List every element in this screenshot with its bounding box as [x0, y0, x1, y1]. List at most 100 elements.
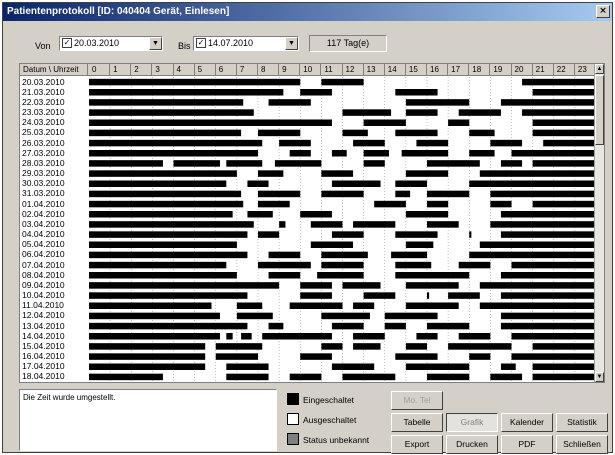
to-date-picker[interactable]: ✓ 14.07.2010 ▼	[193, 36, 299, 51]
on-interval-bar	[317, 271, 364, 279]
on-interval-bar	[532, 88, 596, 96]
hour-header: 22	[554, 64, 575, 76]
on-interval-bar	[89, 78, 301, 86]
pdf-button[interactable]: PDF	[501, 435, 553, 454]
message-box: Die Zeit wurde umgestellt.	[19, 389, 277, 451]
on-interval-bar	[448, 119, 470, 127]
from-date-checkbox[interactable]: ✓	[62, 38, 72, 48]
on-interval-bar	[427, 221, 459, 228]
date-label: 16.04.2010	[22, 351, 65, 361]
on-interval-bar	[532, 373, 596, 381]
on-interval-bar	[258, 190, 301, 198]
hour-header: 5	[195, 64, 216, 76]
on-interval-bar	[469, 149, 495, 157]
on-interval-bar	[500, 210, 596, 218]
hour-header: 14	[385, 64, 406, 76]
on-interval-bar	[479, 170, 596, 177]
on-interval-bar	[89, 170, 237, 177]
hour-header: 3	[152, 64, 174, 76]
hour-header: 0	[89, 64, 111, 76]
on-interval-bar	[89, 149, 258, 157]
on-interval-bar	[427, 160, 480, 167]
on-interval-bar	[331, 231, 364, 238]
on-interval-bar	[89, 210, 233, 218]
on-interval-bar	[89, 119, 332, 127]
on-interval-bar	[300, 292, 332, 299]
legend-swatch-on	[287, 393, 299, 405]
chevron-down-icon[interactable]: ▼	[149, 37, 162, 50]
schliessen-button[interactable]: Schließen	[556, 435, 608, 454]
on-interval-bar	[427, 190, 470, 198]
on-interval-bar	[310, 221, 343, 228]
day-count: 117 Tag(e)	[309, 35, 387, 52]
on-interval-bar	[479, 302, 596, 310]
on-interval-bar	[89, 190, 242, 198]
on-interval-bar	[395, 261, 432, 269]
hour-header: 8	[258, 64, 280, 76]
date-label: 22.03.2010	[22, 96, 65, 107]
from-date-picker[interactable]: ✓ 20.03.2010 ▼	[59, 36, 163, 51]
date-label: 26.03.2010	[22, 137, 65, 148]
on-interval-bar	[89, 200, 244, 208]
on-interval-bar	[500, 99, 596, 106]
on-interval-bar	[289, 302, 343, 310]
grafik-button[interactable]: Grafik	[446, 413, 498, 432]
on-interval-bar	[226, 160, 263, 167]
kalender-button[interactable]: Kalender	[501, 413, 553, 432]
on-interval-bar	[532, 200, 596, 208]
scroll-thumb[interactable]	[595, 75, 604, 145]
hour-header: 12	[343, 64, 364, 76]
on-interval-bar	[500, 292, 596, 299]
chevron-down-icon[interactable]: ▼	[285, 37, 298, 50]
on-interval-bar	[374, 200, 406, 208]
statistik-button[interactable]: Statistik	[556, 413, 608, 432]
scroll-down-icon[interactable]: ▼	[595, 372, 604, 382]
on-interval-bar	[448, 343, 512, 350]
export-button[interactable]: Export	[391, 435, 443, 454]
to-date-checkbox[interactable]: ✓	[196, 38, 206, 48]
on-interval-bar	[384, 312, 438, 320]
on-interval-bar	[532, 343, 596, 350]
on-interval-bar	[321, 261, 364, 269]
on-interval-bar	[89, 343, 206, 350]
on-interval-bar	[427, 292, 430, 299]
on-interval-bar	[395, 190, 411, 198]
hour-header: 15	[406, 64, 427, 76]
hour-header: 6	[216, 64, 237, 76]
on-interval-bar	[279, 221, 286, 228]
on-interval-bar	[89, 282, 280, 289]
on-interval-bar	[469, 353, 491, 360]
scroll-up-icon[interactable]: ▲	[595, 64, 604, 74]
on-interval-bar	[89, 160, 163, 167]
vertical-scrollbar[interactable]: ▲ ▼	[594, 64, 604, 382]
on-interval-bar	[500, 312, 596, 320]
on-interval-bar	[89, 251, 248, 259]
on-interval-bar	[458, 109, 501, 116]
on-interval-bar	[258, 200, 290, 208]
tabelle-button[interactable]: Tabelle	[391, 413, 443, 432]
on-interval-bar	[511, 332, 596, 340]
on-interval-bar	[500, 322, 596, 330]
on-interval-bar	[258, 170, 284, 177]
on-interval-bar	[416, 139, 449, 147]
hour-header: 21	[533, 64, 554, 76]
on-interval-bar	[500, 363, 516, 371]
on-interval-bar	[405, 109, 438, 116]
on-interval-bar	[401, 149, 449, 157]
mo-tel-button[interactable]: Mo. Tel	[391, 391, 443, 410]
date-label: 09.04.2010	[22, 279, 65, 290]
date-label: 14.04.2010	[22, 330, 65, 341]
on-interval-bar	[342, 109, 392, 116]
close-button[interactable]: ×	[596, 5, 610, 18]
hour-header: 16	[427, 64, 449, 76]
date-label: 12.04.2010	[22, 310, 65, 321]
on-interval-bar	[469, 129, 495, 137]
on-interval-bar	[342, 282, 381, 289]
hour-header: 17	[448, 64, 470, 76]
on-interval-bar	[226, 373, 269, 381]
on-interval-bar	[342, 129, 368, 137]
on-interval-bar	[405, 282, 459, 289]
on-interval-bar	[353, 221, 396, 228]
drucken-button[interactable]: Drucken	[446, 435, 498, 454]
on-interval-bar	[89, 139, 263, 147]
